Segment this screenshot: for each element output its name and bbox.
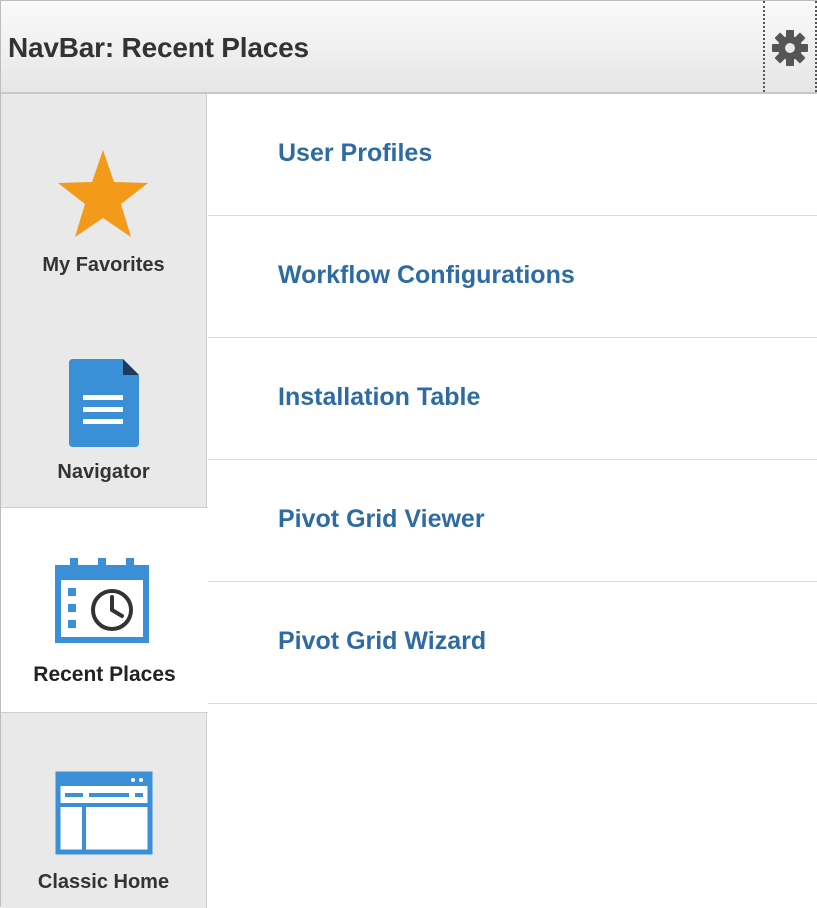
browser-window-icon (55, 771, 153, 855)
page-title: NavBar: Recent Places (8, 32, 309, 63)
tile-my-favorites[interactable]: My Favorites (1, 94, 207, 301)
tile-recent-places[interactable]: Recent Places (1, 507, 208, 713)
recent-place-link[interactable]: Pivot Grid Wizard (278, 627, 486, 656)
recent-place-link[interactable]: Workflow Configurations (278, 261, 575, 290)
list-item: Pivot Grid Viewer (208, 460, 817, 582)
recent-place-link[interactable]: Pivot Grid Viewer (278, 505, 485, 534)
list-item: Pivot Grid Wizard (208, 582, 817, 704)
navbar-panel: NavBar: Recent Places My Favorites Navig… (0, 0, 817, 908)
tile-navigator[interactable]: Navigator (1, 301, 207, 507)
calendar-clock-icon (55, 558, 149, 643)
tile-label: Classic Home (37, 871, 170, 893)
gear-icon (772, 30, 808, 66)
list-item: Installation Table (208, 338, 817, 460)
navbar-header: NavBar: Recent Places (1, 1, 817, 94)
list-item: User Profiles (208, 94, 817, 216)
recent-places-list: User Profiles Workflow Configurations In… (208, 94, 817, 704)
tile-label: Recent Places (33, 663, 176, 686)
tile-classic-home[interactable]: Classic Home (1, 713, 207, 908)
recent-place-link[interactable]: Installation Table (278, 383, 480, 412)
navbar-sidebar: My Favorites Navigator Recent Places Cla… (1, 94, 208, 908)
tile-label: Navigator (57, 461, 150, 483)
star-icon (58, 150, 148, 237)
settings-button[interactable] (763, 1, 817, 92)
document-icon (69, 359, 139, 447)
list-item: Workflow Configurations (208, 216, 817, 338)
tile-label: My Favorites (42, 254, 165, 276)
recent-place-link[interactable]: User Profiles (278, 139, 432, 168)
